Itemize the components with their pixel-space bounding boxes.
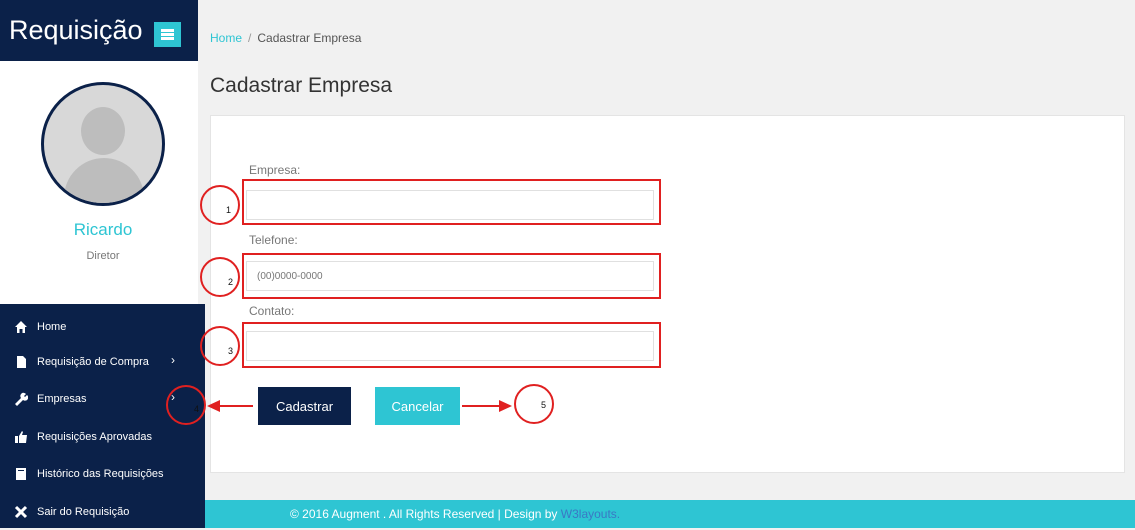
telefone-label: Telefone:: [249, 233, 298, 247]
sidebar-item-label: Empresas: [37, 393, 87, 405]
sidebar-item-requisicoes-aprovadas[interactable]: Requisições Aprovadas: [0, 419, 205, 455]
sidebar-item-label: Requisições Aprovadas: [37, 431, 152, 443]
breadcrumb-home-link[interactable]: Home: [210, 31, 242, 45]
annotation-callout-4: 4: [166, 385, 206, 425]
annotation-highlight-telefone: [242, 253, 661, 299]
footer: © 2016 Augment . All Rights Reserved | D…: [205, 500, 1135, 528]
user-role: Diretor: [86, 250, 120, 262]
file-icon: [14, 355, 28, 369]
sidebar-item-sair[interactable]: Sair do Requisição: [0, 494, 205, 530]
annotation-callout-5: 5: [514, 384, 554, 424]
annotation-callout-1: 1: [200, 185, 240, 225]
annotation-number: 2: [228, 277, 234, 287]
annotation-callout-3: 3: [200, 326, 240, 366]
sidebar-item-label: Requisição de Compra: [37, 356, 149, 368]
book-icon: [14, 467, 28, 481]
annotation-callout-2: 2: [200, 257, 240, 297]
avatar: [41, 82, 165, 206]
annotation-arrow-left-icon: [207, 400, 253, 412]
sidebar-item-home[interactable]: Home: [0, 309, 205, 345]
thumbs-up-icon: [14, 430, 28, 444]
annotation-number: 4: [194, 404, 200, 414]
close-icon: [14, 505, 28, 519]
footer-text: © 2016 Augment . All Rights Reserved | D…: [290, 507, 620, 521]
sidebar-item-historico[interactable]: Histórico das Requisições: [0, 456, 205, 492]
sidebar-header: Requisição: [0, 0, 198, 61]
annotation-number: 3: [228, 346, 234, 356]
cancelar-button[interactable]: Cancelar: [375, 387, 460, 425]
user-name: Ricardo: [73, 220, 133, 239]
app-title: Requisição: [9, 15, 143, 45]
footer-link[interactable]: W3layouts.: [561, 507, 620, 521]
sidebar-item-label: Histórico das Requisições: [37, 468, 164, 480]
avatar-head: [81, 107, 125, 155]
annotation-highlight-contato: [242, 322, 661, 368]
cadastrar-button[interactable]: Cadastrar: [258, 387, 351, 425]
annotation-highlight-empresa: [242, 179, 661, 225]
annotation-number: 1: [226, 205, 232, 215]
wrench-icon: [14, 392, 29, 406]
contato-label: Contato:: [249, 304, 295, 318]
menu-toggle-icon[interactable]: [154, 22, 181, 47]
page-title: Cadastrar Empresa: [210, 74, 393, 97]
empresa-label: Empresa:: [249, 163, 301, 177]
sidebar: Requisição Ricardo Diretor Home Requisiç…: [0, 0, 205, 528]
avatar-body: [64, 158, 144, 203]
footer-copyright: © 2016 Augment . All Rights Reserved | D…: [290, 507, 561, 521]
sidebar-item-label: Sair do Requisição: [37, 506, 130, 518]
sidebar-item-requisicao-compra[interactable]: Requisição de Compra ›: [0, 344, 205, 380]
breadcrumb-current: Cadastrar Empresa: [257, 31, 362, 45]
annotation-number: 5: [541, 400, 547, 410]
breadcrumb: Home / Cadastrar Empresa: [210, 31, 361, 45]
chevron-right-icon: ›: [171, 353, 175, 367]
sidebar-item-label: Home: [37, 321, 67, 333]
home-icon: [14, 320, 28, 334]
annotation-arrow-right-icon: [462, 400, 512, 412]
breadcrumb-separator: /: [248, 31, 252, 45]
